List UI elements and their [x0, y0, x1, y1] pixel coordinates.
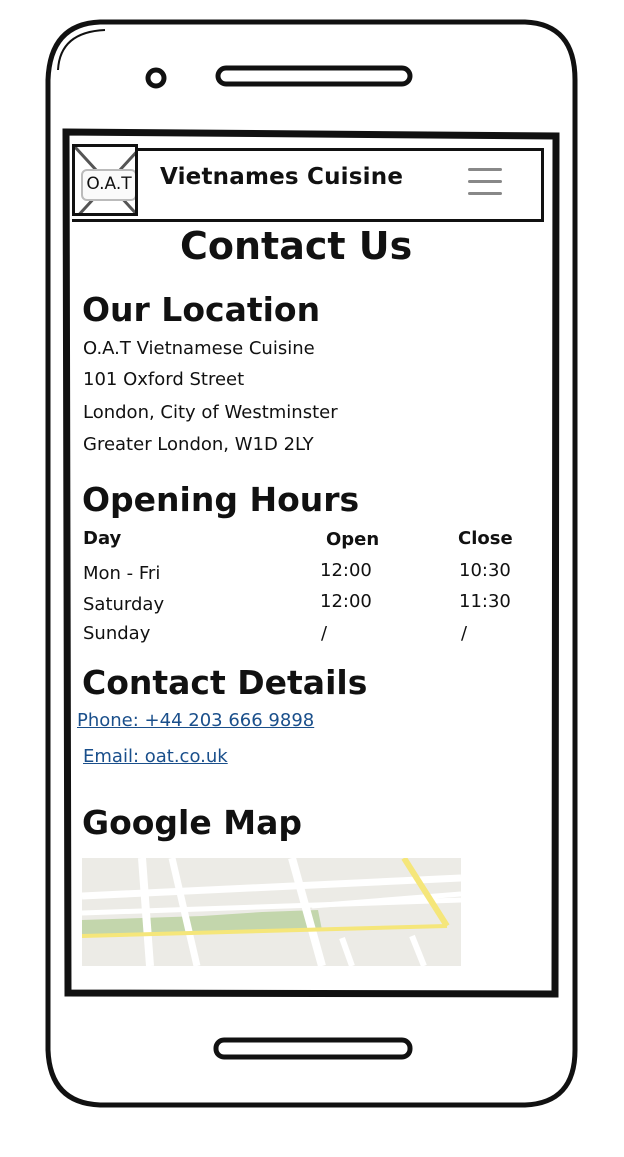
hours-close: 10:30: [459, 560, 511, 581]
phone-link[interactable]: Phone: +44 203 666 9898: [77, 710, 314, 731]
address-line: 101 Oxford Street: [83, 369, 245, 390]
logo-text: O.A.T: [81, 169, 135, 201]
map-tiles: [82, 858, 461, 966]
hours-open: 12:00: [320, 560, 372, 581]
address-line: London, City of Westminster: [83, 402, 338, 423]
contact-title: Contact Details: [82, 663, 368, 702]
map-title: Google Map: [82, 803, 302, 842]
email-link[interactable]: Email: oat.co.uk: [83, 746, 228, 767]
hours-close: 11:30: [459, 591, 511, 612]
address-line: O.A.T Vietnamese Cuisine: [83, 338, 315, 359]
logo[interactable]: O.A.T: [72, 144, 138, 216]
hours-title: Opening Hours: [82, 480, 360, 519]
hours-header-day: Day: [83, 528, 122, 549]
hours-day: Saturday: [83, 594, 165, 615]
hours-close: /: [461, 623, 468, 644]
address-line: Greater London, W1D 2LY: [83, 434, 314, 455]
hours-open: 12:00: [320, 591, 372, 612]
hours-header-close: Close: [458, 528, 513, 549]
location-title: Our Location: [82, 290, 321, 329]
google-map[interactable]: [82, 858, 461, 966]
brand-title: Vietnames Cuisine: [160, 164, 404, 190]
page-title: Contact Us: [180, 224, 413, 268]
hours-open: /: [321, 623, 328, 644]
screen: O.A.T Vietnames Cuisine Contact Us Our L…: [72, 140, 548, 990]
hours-day: Sunday: [83, 623, 151, 644]
hamburger-menu-icon[interactable]: [468, 168, 502, 198]
hours-header-open: Open: [326, 529, 380, 550]
hours-day: Mon - Fri: [83, 563, 161, 584]
